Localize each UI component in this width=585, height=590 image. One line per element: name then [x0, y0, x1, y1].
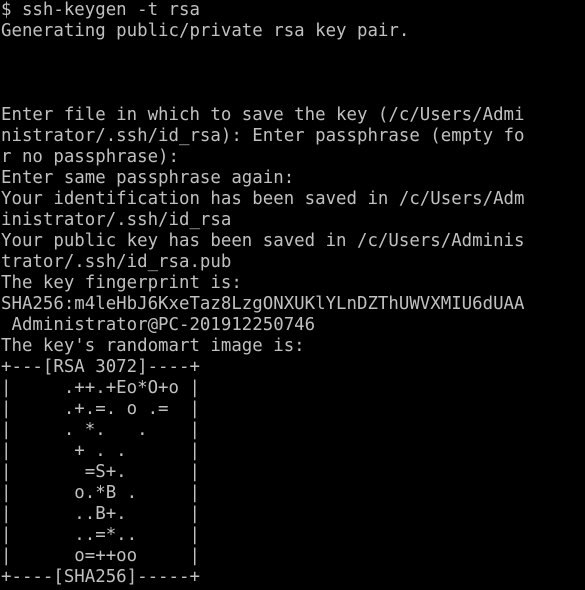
randomart-line: | + . . | [1, 441, 200, 461]
randomart-line: | .++.+Eo*O+o | [1, 378, 200, 398]
terminal-line: r no passphrase): [1, 147, 179, 167]
randomart-line: | o=++oo | [1, 546, 200, 566]
randomart-line: | o.*B . | [1, 483, 200, 503]
randomart-line: +----[SHA256]-----+ [1, 567, 200, 587]
terminal-line: Generating public/private rsa key pair. [1, 21, 410, 41]
terminal-line: trator/.ssh/id_rsa.pub [1, 252, 232, 272]
terminal-line: Your public key has been saved in /c/Use… [1, 231, 525, 251]
randomart-line: | . *. . | [1, 420, 200, 440]
randomart-line: | =S+. | [1, 462, 200, 482]
terminal-line: The key fingerprint is: [1, 273, 242, 293]
randomart-line: | .+.=. o .= | [1, 399, 200, 419]
terminal-line: Administrator@PC-201912250746 [1, 315, 316, 335]
terminal-line: Enter same passphrase again: [1, 168, 295, 188]
terminal-line: inistrator/.ssh/id_rsa [1, 210, 232, 230]
randomart-line: +---[RSA 3072]----+ [1, 357, 200, 377]
terminal-line: The key's randomart image is: [1, 336, 305, 356]
terminal-line: Your identification has been saved in /c… [1, 189, 525, 209]
randomart-line: | ..B+. | [1, 504, 200, 524]
terminal-line: SHA256:m4leHbJ6KxeTaz8LzgONXUKlYLnDZThUW… [1, 294, 525, 314]
terminal-window[interactable]: $ ssh-keygen -t rsa Generating public/pr… [0, 0, 585, 590]
terminal-line: nistrator/.ssh/id_rsa): Enter passphrase… [1, 126, 525, 146]
terminal-line: Enter file in which to save the key (/c/… [1, 105, 525, 125]
terminal-line: $ ssh-keygen -t rsa [1, 0, 200, 20]
randomart-line: | ..=*.. | [1, 525, 200, 545]
